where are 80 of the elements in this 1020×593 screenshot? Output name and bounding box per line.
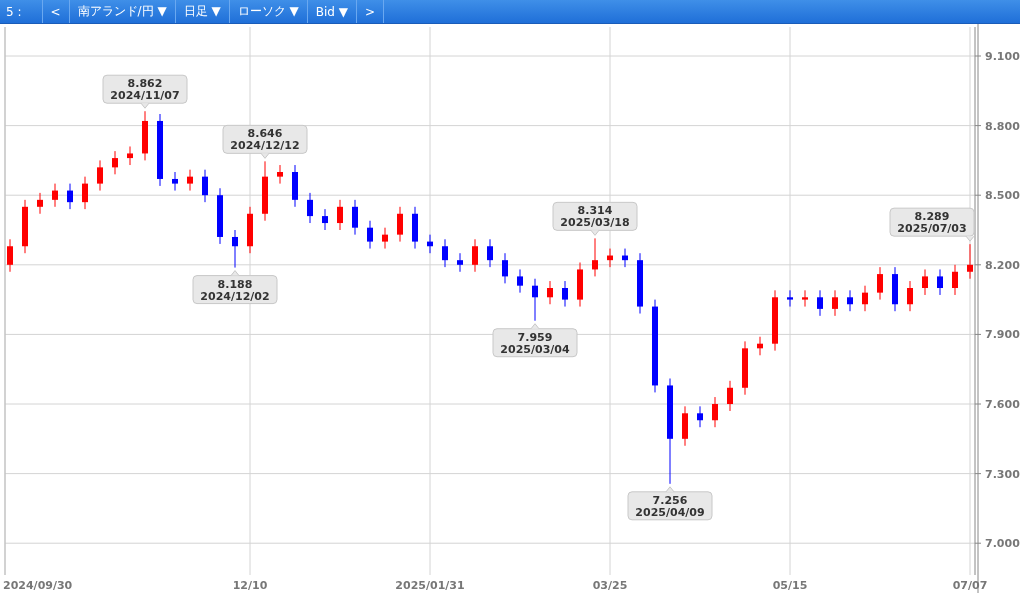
dropdown-button[interactable]: 日足 ▼: [175, 0, 230, 23]
axis-label: 7.300: [985, 467, 1020, 481]
candlestick: [697, 405, 703, 428]
candlestick: [817, 289, 823, 317]
axis-label: 2024/09/30: [3, 579, 73, 592]
price-label: 7.959: [517, 330, 553, 344]
candlestick: [277, 164, 283, 185]
date-label: 2024/11/07: [110, 89, 180, 103]
candlestick: [592, 237, 598, 277]
candlestick: [367, 220, 373, 250]
candlestick: [337, 199, 343, 231]
axis-label: 8.500: [985, 189, 1020, 203]
candlestick: [187, 169, 193, 192]
axis-label: 03/25: [592, 579, 628, 592]
dropdown-button[interactable]: ローソク ▼: [229, 0, 308, 23]
candlestick: [67, 183, 73, 210]
candlestick: [862, 285, 868, 312]
candlestick: [127, 145, 133, 166]
candlestick: [877, 266, 883, 301]
axis-label: 7.000: [985, 537, 1020, 551]
candlestick: [517, 268, 523, 294]
date-label: 2025/03/04: [500, 342, 570, 356]
candlestick: [472, 238, 478, 273]
candlestick: [52, 183, 58, 208]
dropdown-button[interactable]: 南アランド/円 ▼: [69, 0, 176, 23]
price-label: 8.646: [247, 127, 283, 141]
candlestick: [112, 150, 118, 175]
candlestick: [802, 289, 808, 308]
date-label: 2025/04/09: [635, 505, 705, 519]
candlestick: [727, 380, 733, 412]
nav-button[interactable]: >: [357, 0, 385, 23]
candlestick: [232, 229, 238, 269]
nav-button[interactable]: <: [42, 0, 70, 23]
axis-label: 12/10: [232, 579, 268, 592]
date-label: 2025/07/03: [897, 222, 967, 236]
candlestick: [37, 192, 43, 215]
price-label: 8.188: [217, 277, 253, 291]
candlestick: [7, 238, 13, 273]
axis-label: 2025/01/31: [395, 579, 465, 592]
candlestick: [442, 238, 448, 268]
chart-number-label: 5 :: [0, 0, 43, 23]
axis-label: 7.600: [985, 398, 1020, 411]
candlestick: [907, 280, 913, 312]
candlestick: [532, 278, 538, 322]
candlestick: [352, 199, 358, 236]
candlestick: [502, 252, 508, 284]
date-label: 2024/12/02: [200, 289, 270, 303]
axis-label: 8.800: [985, 119, 1020, 133]
candlestick: [307, 192, 313, 224]
axis-label: 8.200: [985, 258, 1020, 272]
candlestick: [952, 264, 958, 296]
date-label: 2024/12/12: [230, 139, 300, 153]
candlestick: [82, 176, 88, 210]
candlestick: [547, 280, 553, 305]
candlestick: [397, 206, 403, 243]
price-label: 8.314: [577, 204, 613, 218]
axis-label: 05/15: [772, 579, 808, 592]
candlestick: [382, 227, 388, 250]
price-label: 8.289: [914, 210, 950, 224]
axis-label: 9.100: [985, 50, 1020, 63]
candlestick: [937, 268, 943, 296]
candlestick: [847, 289, 853, 312]
dropdown-button[interactable]: Bid ▼: [307, 0, 357, 23]
axis-label: 7.900: [985, 328, 1020, 342]
candlestick: [322, 208, 328, 231]
price-label: 8.862: [127, 77, 163, 91]
candlestick: [172, 171, 178, 192]
candlestick: [457, 252, 463, 273]
candlestick: [967, 243, 973, 280]
axis-label: 07/07: [952, 579, 988, 592]
candlestick: [712, 396, 718, 428]
candlestick: [487, 238, 493, 268]
candlestick: [787, 289, 793, 308]
candlestick: [202, 169, 208, 203]
candlestick: [562, 280, 568, 308]
candlestick: [832, 289, 838, 317]
date-label: 2025/03/18: [560, 216, 630, 230]
price-label: 7.256: [652, 493, 688, 507]
candlestick: [97, 159, 103, 192]
candlestick: [922, 268, 928, 296]
